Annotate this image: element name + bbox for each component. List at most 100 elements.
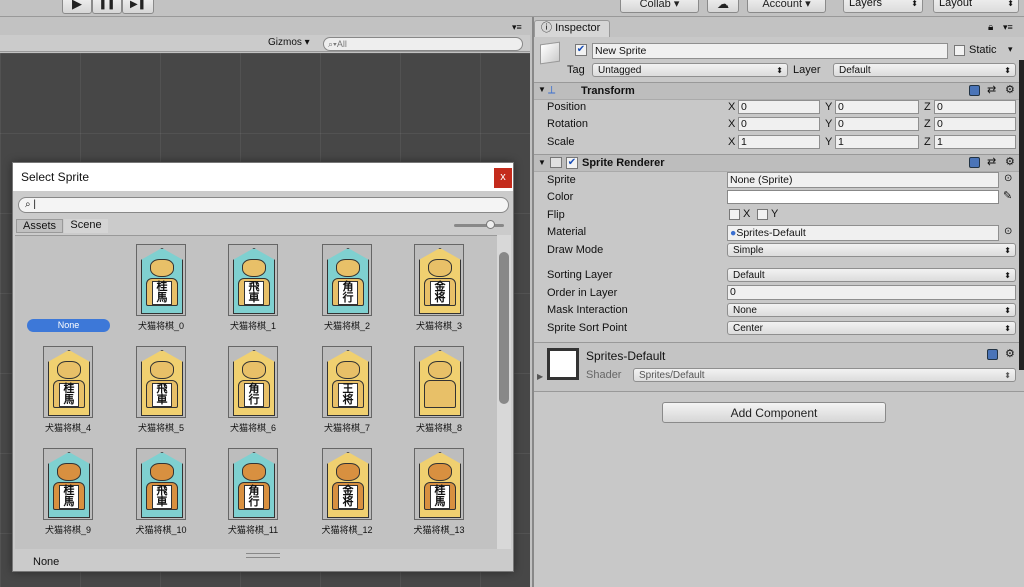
sorting-layer-dropdown[interactable]: Default — [727, 268, 1016, 282]
help-book-icon[interactable] — [987, 349, 998, 360]
sprite-item[interactable]: 金 将犬猫将棋_3 — [404, 244, 474, 332]
sprite-thumbnail: 角 行 — [322, 244, 372, 316]
component-gear-icon[interactable]: ⚙ — [1005, 155, 1015, 168]
draw-mode-dropdown[interactable]: Simple — [727, 243, 1016, 257]
mask-interaction-dropdown[interactable]: None — [727, 303, 1016, 317]
tab-scene[interactable]: Scene — [64, 219, 108, 233]
sprite-item[interactable]: 角 行犬猫将棋_11 — [218, 448, 288, 536]
sorting-layer-label: Sorting Layer — [547, 269, 613, 281]
active-checkbox[interactable]: ✔ — [575, 44, 587, 56]
add-component-button[interactable]: Add Component — [662, 402, 886, 423]
scale-x-field[interactable]: 1 — [738, 135, 820, 149]
x-axis-label[interactable]: X — [728, 136, 735, 148]
position-y-field[interactable]: 0 — [835, 100, 919, 114]
cat-face-icon — [242, 463, 266, 481]
foldout-arrow-icon[interactable]: ▼ — [538, 85, 546, 94]
static-checkbox[interactable] — [954, 45, 965, 56]
resize-grip[interactable] — [246, 553, 280, 558]
x-axis-label[interactable]: X — [728, 101, 735, 113]
position-x-field[interactable]: 0 — [738, 100, 820, 114]
sprite-item[interactable]: 角 行犬猫将棋_6 — [218, 346, 288, 434]
layout-dropdown[interactable]: Layout — [933, 0, 1019, 13]
component-gear-icon[interactable]: ⚙ — [1005, 347, 1015, 360]
sprite-name: 犬猫将棋_5 — [137, 423, 184, 433]
sprite-item[interactable]: 桂 馬犬猫将棋_4 — [33, 346, 103, 434]
sprite-item[interactable]: 金 将犬猫将棋_12 — [312, 448, 382, 536]
rotation-z-field[interactable]: 0 — [934, 117, 1016, 131]
object-picker-icon[interactable]: ⊙ — [1004, 173, 1012, 184]
component-gear-icon[interactable]: ⚙ — [1005, 83, 1015, 96]
sprite-thumbnail: 飛 車 — [228, 244, 278, 316]
x-axis-label[interactable]: X — [728, 118, 735, 130]
scale-z-field[interactable]: 1 — [934, 135, 1016, 149]
sprite-thumbnail: 桂 馬 — [43, 448, 93, 520]
sprite-sort-point-dropdown[interactable]: Center — [727, 321, 1016, 335]
object-name-field[interactable]: New Sprite — [592, 43, 948, 59]
none-item[interactable]: None — [27, 319, 110, 332]
position-z-field[interactable]: 0 — [934, 100, 1016, 114]
order-in-layer-field[interactable]: 0 — [727, 285, 1016, 300]
sprite-item[interactable]: 桂 馬犬猫将棋_13 — [404, 448, 474, 536]
sprite-search-input[interactable]: ⌕ | — [18, 197, 509, 213]
help-book-icon[interactable] — [969, 157, 980, 168]
sprite-object-field[interactable]: None (Sprite) — [727, 172, 999, 188]
cloud-button[interactable]: ☁ — [707, 0, 739, 13]
sprite-item[interactable]: 飛 車犬猫将棋_10 — [126, 448, 196, 536]
rotation-y-field[interactable]: 0 — [835, 117, 919, 131]
account-button[interactable]: Account ▾ — [747, 0, 826, 13]
preset-icon[interactable]: ⇄ — [987, 155, 996, 168]
sprite-name: 犬猫将棋_6 — [229, 423, 276, 433]
tab-assets[interactable]: Assets — [16, 219, 63, 233]
y-axis-label[interactable]: Y — [825, 101, 832, 113]
eyedropper-icon[interactable]: ✎ — [1003, 189, 1012, 202]
step-button[interactable]: ▶❚ — [122, 0, 154, 14]
flip-y-checkbox[interactable] — [757, 209, 768, 220]
scale-y-field[interactable]: 1 — [835, 135, 919, 149]
sprite-item[interactable]: 犬猫将棋_8 — [404, 346, 474, 434]
sprite-item[interactable]: 角 行犬猫将棋_2 — [312, 244, 382, 332]
sprite-item[interactable]: 王 将犬猫将棋_7 — [312, 346, 382, 434]
static-dropdown-icon[interactable]: ▾ — [1008, 44, 1013, 55]
object-picker-icon[interactable]: ⊙ — [1004, 226, 1012, 237]
right-edge — [1019, 60, 1024, 370]
size-slider-track[interactable] — [454, 224, 504, 227]
sprite-item[interactable]: 桂 馬犬猫将棋_0 — [126, 244, 196, 332]
sprite-renderer-enabled-checkbox[interactable]: ✔ — [566, 157, 578, 169]
y-axis-label[interactable]: Y — [825, 136, 832, 148]
scene-search-input[interactable]: ⌕▾All — [323, 37, 523, 51]
help-book-icon[interactable] — [969, 85, 980, 96]
sprite-item[interactable]: 桂 馬犬猫将棋_9 — [33, 448, 103, 536]
z-axis-label[interactable]: Z — [924, 118, 931, 130]
size-slider-thumb[interactable] — [486, 220, 495, 229]
gizmos-dropdown[interactable]: Gizmos ▾ — [268, 37, 310, 48]
z-axis-label[interactable]: Z — [924, 136, 931, 148]
tag-dropdown[interactable]: Untagged — [592, 63, 788, 77]
collab-button[interactable]: Collab ▾ — [620, 0, 699, 13]
sprite-item[interactable]: 飛 車犬猫将棋_5 — [126, 346, 196, 434]
foldout-arrow-icon[interactable]: ▶ — [537, 372, 543, 381]
cat-face-icon — [150, 361, 174, 379]
sprite-item[interactable]: 飛 車犬猫将棋_1 — [218, 244, 288, 332]
cat-face-icon — [428, 463, 452, 481]
pause-button[interactable]: ❚❚ — [92, 0, 122, 14]
foldout-arrow-icon[interactable]: ▼ — [538, 158, 546, 167]
layer-dropdown[interactable]: Default — [833, 63, 1016, 77]
preset-icon[interactable]: ⇄ — [987, 83, 996, 96]
tag-label: Tag — [567, 64, 585, 76]
rotation-x-field[interactable]: 0 — [738, 117, 820, 131]
inspector-menu-icon[interactable]: ▾≡ — [1003, 22, 1013, 33]
shader-dropdown[interactable]: Sprites/Default — [633, 368, 1016, 382]
scene-panel-menu-icon[interactable]: ▾≡ — [512, 22, 522, 33]
lock-icon[interactable]: 🔒︎ — [988, 22, 993, 33]
flip-x-checkbox[interactable] — [729, 209, 740, 220]
color-field[interactable] — [727, 190, 999, 204]
scrollbar-thumb[interactable] — [499, 252, 509, 404]
scene-search-placeholder: All — [336, 39, 347, 49]
y-axis-label[interactable]: Y — [825, 118, 832, 130]
close-button[interactable]: x — [494, 168, 512, 188]
inspector-tab[interactable]: ⓘ Inspector — [534, 20, 610, 37]
z-axis-label[interactable]: Z — [924, 101, 931, 113]
material-object-field[interactable]: ●Sprites-Default — [727, 225, 999, 241]
layers-dropdown[interactable]: Layers — [843, 0, 923, 13]
play-button[interactable]: ▶ — [62, 0, 92, 14]
